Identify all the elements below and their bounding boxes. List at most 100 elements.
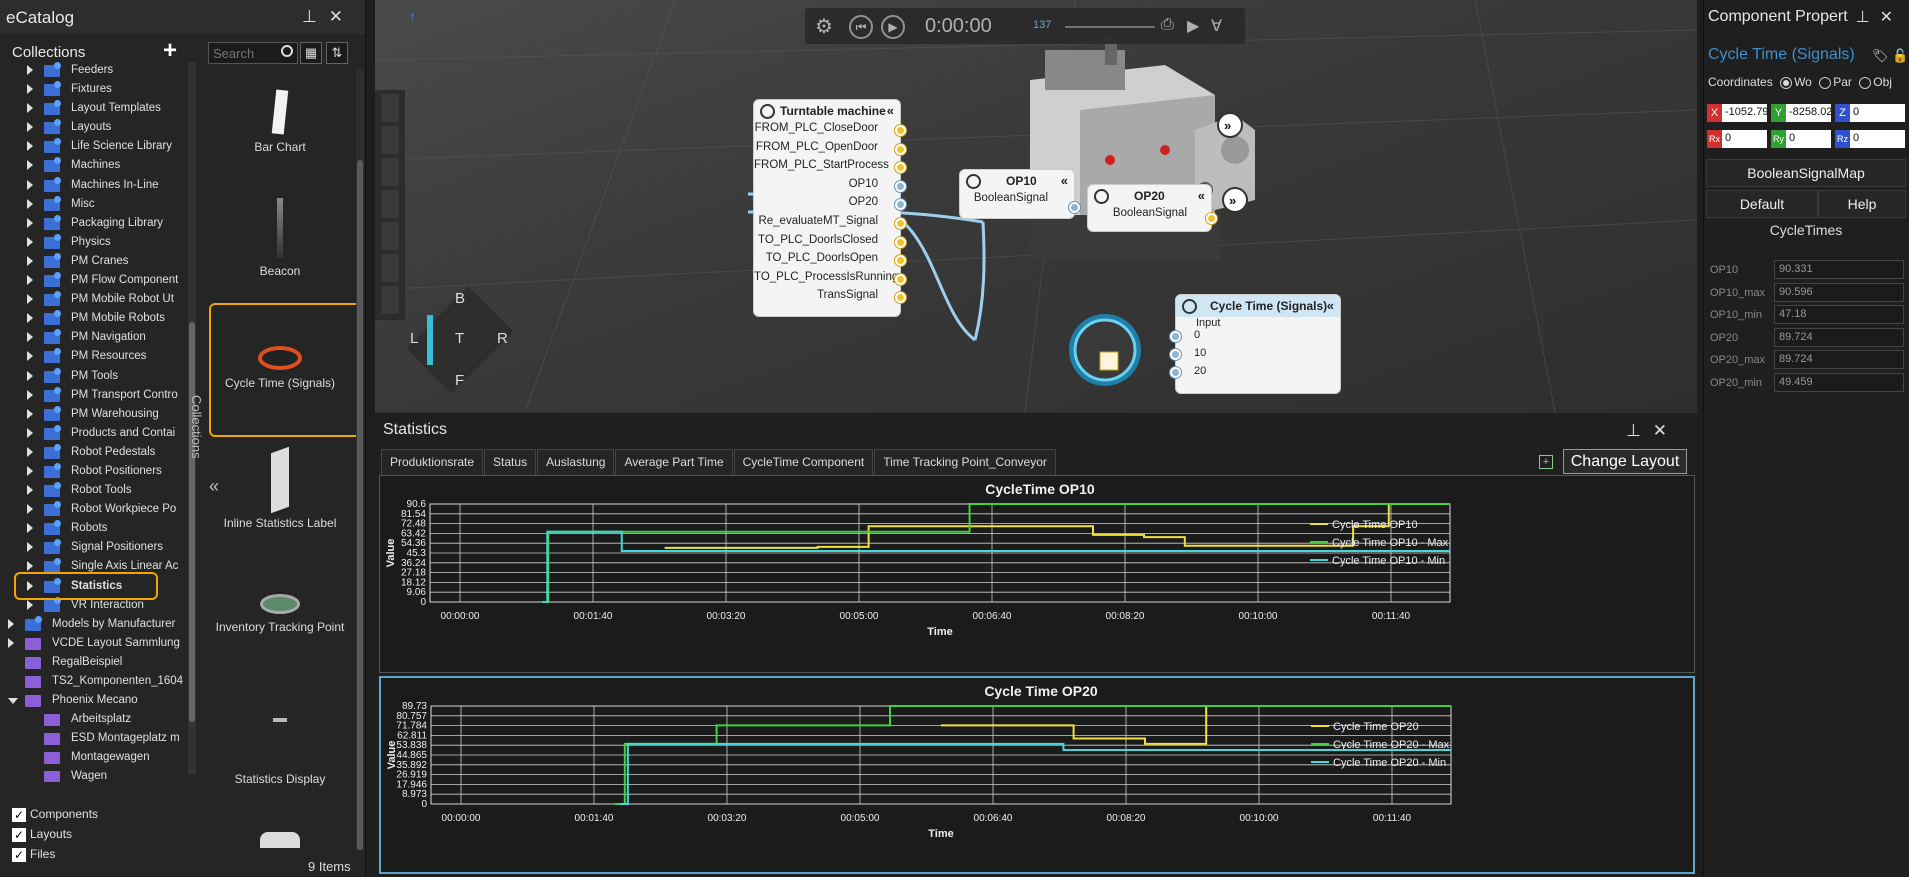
cycle-time-gizmo[interactable] — [1069, 314, 1141, 386]
change-layout-button[interactable]: Change Layout — [1563, 449, 1687, 474]
tree-item[interactable]: Robot Tools — [0, 482, 195, 501]
pin-icon[interactable]: ⊥ — [302, 7, 329, 26]
cycle-time-value[interactable]: 90.596 — [1774, 282, 1904, 302]
chevron-right-icon[interactable] — [27, 332, 33, 343]
chevron-right-icon[interactable] — [27, 408, 33, 419]
chevron-right-icon[interactable] — [27, 504, 33, 515]
cycle-time-value[interactable]: 90.331 — [1774, 260, 1904, 279]
catalog-item-statistics-display[interactable]: Statistics Display — [205, 718, 355, 786]
op10-node[interactable]: OP10 « BooleanSignal — [959, 169, 1080, 219]
chevron-right-icon[interactable] — [27, 542, 33, 553]
search-icon[interactable] — [281, 45, 293, 57]
component-name[interactable]: Cycle Time (Signals) — [1708, 46, 1855, 64]
tree-item[interactable]: Machines In-Line — [0, 176, 195, 196]
close-icon[interactable]: ✕ — [1653, 421, 1679, 440]
box-icon[interactable] — [381, 190, 399, 218]
tree-item[interactable]: Layouts — [0, 119, 195, 138]
coord-field-rz[interactable]: Rz 0 — [1835, 130, 1905, 148]
stats-tab[interactable]: Average Part Time — [615, 449, 733, 475]
pin-icon[interactable]: ⊥ — [1856, 9, 1880, 26]
play-icon[interactable]: ▶ — [881, 15, 905, 39]
catalog-item-inventory-tracking-point[interactable]: Inventory Tracking Point — [205, 594, 355, 634]
export-icon[interactable]: ⎙ — [1161, 16, 1174, 34]
signal-port[interactable] — [895, 180, 906, 192]
collapse-icon[interactable]: « — [1198, 188, 1205, 203]
speed-slider[interactable] — [1065, 26, 1155, 28]
coord-field-x[interactable]: X-1052.791 — [1707, 104, 1767, 122]
tree-item[interactable]: PM Warehousing — [0, 405, 195, 425]
chevron-right-icon[interactable] — [27, 599, 33, 610]
chevron-right-icon[interactable] — [27, 523, 33, 534]
tree-item[interactable]: Life Science Library — [0, 138, 195, 157]
chevron-right-icon[interactable] — [8, 618, 14, 629]
tree-item[interactable]: PM Transport Contro — [0, 386, 195, 406]
tree-item[interactable]: Models by Manufacturer — [0, 615, 195, 635]
input-0-port[interactable] — [1170, 331, 1181, 342]
add-collection-button[interactable]: + — [163, 37, 177, 65]
stats-tab[interactable]: Time Tracking Point_Conveyor — [874, 449, 1056, 475]
tree-item[interactable]: Layout Templates — [0, 100, 195, 119]
chevron-right-icon[interactable] — [27, 122, 33, 133]
cube-right[interactable]: R — [497, 330, 508, 347]
op20-node[interactable]: OP20 « BooleanSignal — [1087, 184, 1217, 232]
cycle-time-value[interactable]: 49.459 — [1774, 372, 1904, 392]
tree-item[interactable]: Feeders — [0, 62, 195, 81]
chart-op20[interactable]: Cycle Time OP20 0 8.973 17.946 26.919 35.892 4… — [379, 676, 1695, 874]
stats-tab[interactable]: Produktionsrate — [381, 449, 484, 475]
turntable-machine-node[interactable]: Turntable machine « FROM_PLC_CloseDoor FRO… — [753, 99, 906, 317]
components-checkbox[interactable]: ✓ Components — [12, 807, 98, 822]
chevron-right-icon[interactable] — [27, 255, 33, 266]
op10-port[interactable] — [1069, 202, 1080, 213]
coord-field-z[interactable]: Z0 — [1835, 104, 1905, 122]
input-20-port[interactable] — [1170, 367, 1181, 378]
signal-port[interactable] — [895, 217, 906, 229]
coord-field-rx[interactable]: Rx 0 — [1707, 130, 1767, 148]
chevron-right-icon[interactable] — [27, 561, 33, 572]
chevron-right-icon[interactable] — [27, 465, 33, 476]
pin-icon[interactable]: ⊥ — [1626, 421, 1653, 440]
op20-port[interactable] — [1206, 213, 1217, 224]
tree-item[interactable]: PM Tools — [0, 367, 195, 387]
files-checkbox[interactable]: ✓ Files — [12, 847, 55, 862]
chevron-right-icon[interactable] — [27, 427, 33, 438]
tree-item[interactable]: Machines — [0, 157, 195, 176]
input-10-port[interactable] — [1170, 349, 1181, 360]
coord-field-y[interactable]: Y-8258.021 — [1771, 104, 1831, 122]
tree-item[interactable]: Fixtures — [0, 81, 195, 100]
chevron-right-icon[interactable] — [27, 198, 33, 209]
signal-port[interactable] — [895, 125, 906, 136]
collapse-icon[interactable]: « — [1061, 173, 1068, 188]
add-chart-icon[interactable]: + — [1539, 455, 1553, 469]
chevron-right-icon[interactable] — [27, 65, 33, 75]
chevron-right-icon[interactable] — [27, 103, 33, 114]
3d-viewport[interactable]: » » ⚙ ⏮ ▶ 0:00:00 137 ⎙ ▶ ∀ ↑ B L T R F … — [375, 0, 1697, 412]
close-icon[interactable]: ✕ — [329, 7, 355, 26]
catalog-item-bar-chart[interactable]: Bar Chart — [205, 89, 355, 154]
grid-view-button[interactable]: ▦ — [300, 42, 322, 64]
chevron-down-icon[interactable] — [8, 698, 18, 705]
tree-item[interactable]: Arbeitsplatz — [0, 711, 195, 730]
chevron-right-icon[interactable] — [8, 637, 14, 648]
tree-item[interactable]: Misc — [0, 195, 195, 215]
tree-item[interactable]: Packaging Library — [0, 214, 195, 234]
tree-item[interactable]: PM Mobile Robot Ut — [0, 291, 195, 310]
chevron-right-icon[interactable] — [27, 179, 33, 190]
stats-tab[interactable]: CycleTime Component — [733, 449, 874, 475]
tree-item[interactable]: Robot Positioners — [0, 462, 195, 482]
tree-item[interactable]: Phoenix Mecano — [0, 692, 195, 711]
chevron-right-icon[interactable] — [27, 351, 33, 362]
catalog-item-partial[interactable] — [205, 832, 355, 850]
tree-item[interactable]: Montagewagen — [0, 749, 195, 768]
collections-side-tab[interactable]: Collections — [189, 395, 204, 459]
signal-port[interactable] — [895, 143, 906, 155]
cycle-time-value[interactable]: 89.724 — [1774, 350, 1904, 369]
catalog-item-inline-statistics-label[interactable]: Inline Statistics Label — [205, 446, 355, 530]
render-icon[interactable] — [381, 222, 399, 250]
select-icon[interactable] — [381, 158, 399, 186]
chart-op10[interactable]: CycleTime OP10 0 9.06 18.12 27.18 36.24 45.3 54… — [379, 475, 1695, 673]
chevron-right-icon[interactable] — [27, 485, 33, 496]
chevron-right-icon[interactable] — [27, 370, 33, 381]
tree-item[interactable]: Robot Pedestals — [0, 443, 195, 463]
chevron-right-icon[interactable] — [27, 294, 33, 305]
cube-front[interactable]: F — [455, 372, 464, 389]
